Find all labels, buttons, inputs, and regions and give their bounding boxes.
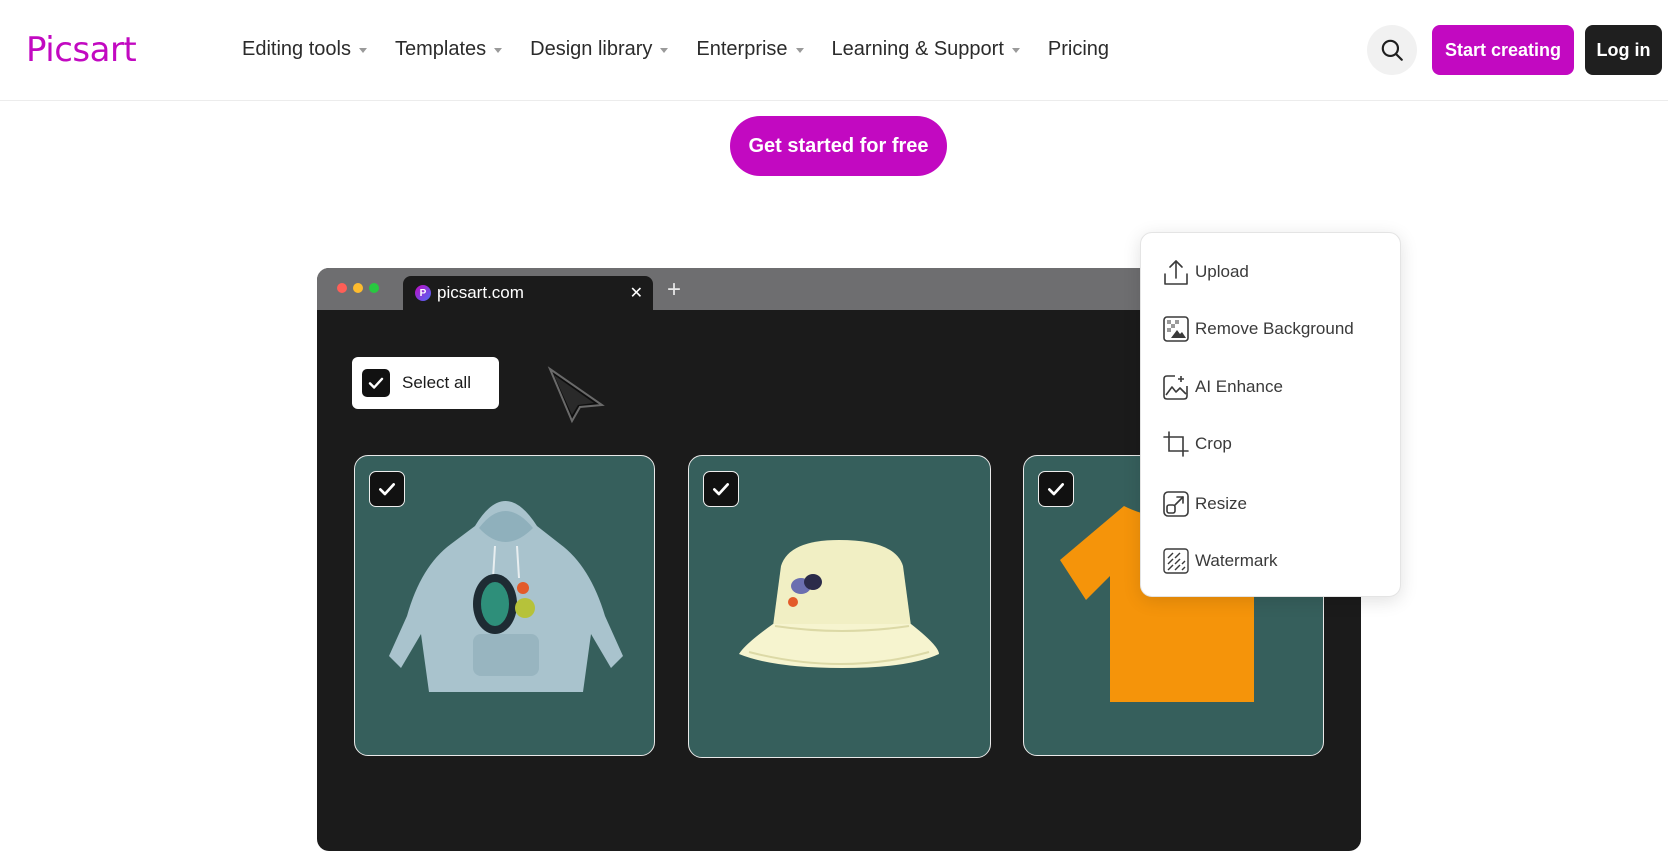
watermark-icon xyxy=(1163,548,1189,574)
site-header: Picsart Editing tools Templates Design l… xyxy=(0,0,1668,101)
picsart-favicon-icon: P xyxy=(415,285,431,301)
plus-icon[interactable]: + xyxy=(667,276,681,304)
caret-down-icon xyxy=(795,48,804,53)
checkbox-checked-icon[interactable] xyxy=(703,471,739,507)
crop-icon xyxy=(1163,431,1189,457)
nav-label: Design library xyxy=(530,38,653,60)
menu-item-resize[interactable]: Resize xyxy=(1163,487,1247,521)
nav-label: Enterprise xyxy=(696,38,788,60)
remove-background-icon xyxy=(1163,316,1189,342)
search-icon xyxy=(1381,39,1403,61)
caret-down-icon xyxy=(1011,48,1020,53)
picsart-logo[interactable]: Picsart xyxy=(26,30,137,70)
product-card-hoodie[interactable] xyxy=(354,455,655,756)
menu-item-watermark[interactable]: Watermark xyxy=(1163,544,1278,578)
caret-down-icon xyxy=(358,48,367,53)
nav-enterprise[interactable]: Enterprise xyxy=(696,38,804,61)
window-close-dot xyxy=(337,283,347,293)
nav-pricing[interactable]: Pricing xyxy=(1048,38,1109,61)
nav-templates[interactable]: Templates xyxy=(394,38,503,61)
window-maximize-dot xyxy=(369,283,379,293)
menu-item-upload[interactable]: Upload xyxy=(1163,255,1249,289)
product-card-bucket-hat[interactable] xyxy=(688,455,991,758)
nav-label: Pricing xyxy=(1047,38,1110,60)
start-creating-button[interactable]: Start creating xyxy=(1432,25,1574,75)
nav-editing-tools[interactable]: Editing tools xyxy=(242,38,367,61)
search-button[interactable] xyxy=(1367,25,1417,75)
nav-learning-support[interactable]: Learning & Support xyxy=(832,38,1020,61)
checkbox-checked-icon xyxy=(362,369,390,397)
menu-item-label: Remove Background xyxy=(1195,319,1354,338)
caret-down-icon xyxy=(494,48,503,53)
get-started-button[interactable]: Get started for free xyxy=(730,116,947,176)
browser-tab[interactable]: P picsart.com ✕ xyxy=(403,276,653,310)
actions-menu: Upload Remove Background AI Enhance Crop… xyxy=(1140,232,1401,597)
main-nav: Editing tools Templates Design library E… xyxy=(242,38,1137,61)
log-in-button[interactable]: Log in xyxy=(1585,25,1662,75)
menu-item-remove-background[interactable]: Remove Background xyxy=(1163,312,1354,346)
menu-item-label: Upload xyxy=(1195,262,1249,281)
resize-icon xyxy=(1163,491,1189,517)
menu-item-label: Watermark xyxy=(1195,551,1278,570)
menu-item-ai-enhance[interactable]: AI Enhance xyxy=(1163,370,1283,404)
checkbox-checked-icon[interactable] xyxy=(369,471,405,507)
close-icon[interactable]: ✕ xyxy=(630,283,643,303)
menu-item-label: Resize xyxy=(1195,494,1247,513)
tab-title: picsart.com xyxy=(437,283,524,302)
ai-enhance-icon xyxy=(1163,375,1188,400)
nav-label: Templates xyxy=(394,38,487,60)
window-minimize-dot xyxy=(353,283,363,293)
checkbox-checked-icon[interactable] xyxy=(1038,471,1074,507)
menu-item-label: AI Enhance xyxy=(1195,377,1283,396)
select-all-checkbox[interactable]: Select all xyxy=(352,357,499,409)
nav-label: Learning & Support xyxy=(831,38,1004,60)
menu-item-label: Crop xyxy=(1195,434,1232,453)
nav-design-library[interactable]: Design library xyxy=(530,38,669,61)
cursor-arrow-icon xyxy=(547,366,605,424)
select-all-label: Select all xyxy=(402,373,471,392)
nav-label: Editing tools xyxy=(242,38,351,60)
menu-item-crop[interactable]: Crop xyxy=(1163,427,1232,461)
upload-icon xyxy=(1164,260,1188,285)
caret-down-icon xyxy=(660,48,669,53)
